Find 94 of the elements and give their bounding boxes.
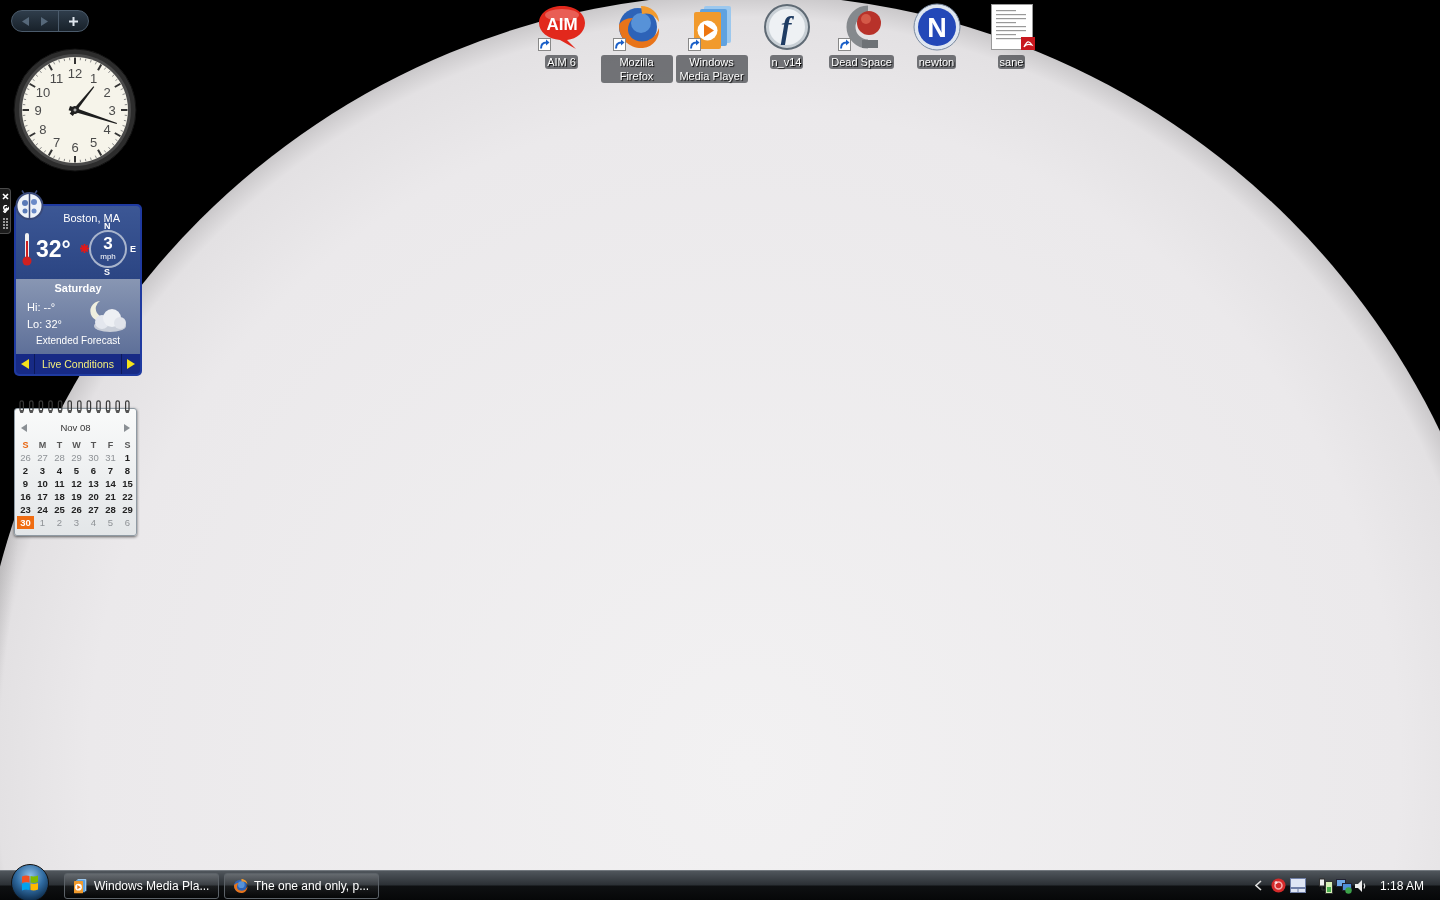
calendar-day[interactable]: 19 bbox=[68, 490, 85, 503]
clock-numeral: 9 bbox=[34, 103, 42, 118]
aim-logo-icon[interactable]: AIM bbox=[537, 3, 586, 51]
letter-f-logo-icon[interactable]: f bbox=[762, 3, 811, 51]
calendar-day[interactable]: 20 bbox=[85, 490, 102, 503]
calendar-day[interactable]: 14 bbox=[102, 477, 119, 490]
calendar-day[interactable]: 9 bbox=[17, 477, 34, 490]
live-conditions-tab[interactable]: Live Conditions bbox=[34, 354, 122, 374]
shortcut-label[interactable]: sane bbox=[997, 55, 1026, 69]
calendar-day[interactable]: 28 bbox=[102, 503, 119, 516]
calendar-day[interactable]: 22 bbox=[119, 490, 136, 503]
calendar-day[interactable]: 16 bbox=[17, 490, 34, 503]
clock-numeral: 6 bbox=[71, 140, 79, 155]
shortcut-label[interactable]: n_v14 bbox=[769, 55, 804, 69]
add-icon[interactable] bbox=[69, 16, 78, 26]
calendar-day[interactable]: 11 bbox=[51, 477, 68, 490]
chevron-icon[interactable] bbox=[1254, 880, 1262, 891]
clock-numeral: 3 bbox=[108, 103, 116, 118]
wind-direction-icon bbox=[80, 244, 89, 253]
compass-ring-icon bbox=[86, 227, 130, 271]
clock-numeral: 2 bbox=[103, 84, 111, 100]
calendar-day[interactable]: 6 bbox=[85, 464, 102, 477]
calendar-day[interactable]: 26 bbox=[68, 503, 85, 516]
network-icon[interactable] bbox=[1335, 877, 1353, 894]
screen-icon[interactable] bbox=[1289, 878, 1306, 893]
shortcut-label[interactable]: AIM 6 bbox=[545, 55, 578, 69]
calendar-day[interactable]: 12 bbox=[68, 477, 85, 490]
calendar-day[interactable]: 17 bbox=[34, 490, 51, 503]
clock-numeral: 11 bbox=[49, 70, 64, 86]
calendar-day[interactable]: 1 bbox=[119, 451, 136, 464]
extended-forecast-link[interactable]: Extended Forecast bbox=[16, 335, 140, 347]
weekday-label: M bbox=[37, 439, 48, 451]
clock-numeral: 5 bbox=[89, 135, 98, 151]
compass-letter: N bbox=[104, 221, 111, 231]
shortcut-label[interactable]: Mozilla Firefox bbox=[600, 55, 673, 83]
calendar-day[interactable]: 18 bbox=[51, 490, 68, 503]
calendar-day[interactable]: 2 bbox=[17, 464, 34, 477]
clock-numeral: 12 bbox=[67, 66, 83, 81]
battery-plug-icon[interactable] bbox=[1318, 877, 1333, 894]
taskbar-clock[interactable]: 1:18 AM bbox=[1379, 876, 1424, 895]
close-icon[interactable] bbox=[1, 193, 9, 200]
calendar-day[interactable]: 24 bbox=[34, 503, 51, 516]
taskbar-button[interactable]: Windows Media Pla... bbox=[64, 872, 219, 899]
calendar-day[interactable]: 3 bbox=[34, 464, 51, 477]
grip-icon[interactable] bbox=[2, 218, 8, 229]
calendar-day[interactable]: 4 bbox=[51, 464, 68, 477]
calendar-day[interactable]: 5 bbox=[68, 464, 85, 477]
play-tile-icon bbox=[72, 877, 88, 894]
calendar-day[interactable]: 23 bbox=[17, 503, 34, 516]
calendar-day[interactable]: 27 bbox=[85, 503, 102, 516]
low-temperature-label: Lo: 32° bbox=[27, 317, 62, 332]
clock-numeral: 1 bbox=[89, 70, 98, 86]
left-arrow-icon[interactable] bbox=[21, 359, 29, 369]
shortcut-label[interactable]: Dead Space bbox=[829, 55, 894, 69]
right-arrow-icon[interactable] bbox=[127, 359, 135, 369]
taskbar-button[interactable]: The one and only, p... bbox=[224, 872, 379, 899]
calendar-day[interactable]: 10 bbox=[34, 477, 51, 490]
calendar-day[interactable]: 7 bbox=[102, 464, 119, 477]
wind-speed-label: 3 bbox=[102, 235, 114, 252]
weekday-label: T bbox=[89, 439, 98, 451]
weekday-label: S bbox=[123, 439, 132, 451]
calendar-day[interactable]: 8 bbox=[119, 464, 136, 477]
disc-icon[interactable] bbox=[1270, 878, 1286, 893]
shortcut-label[interactable]: newton bbox=[916, 55, 957, 69]
fox-globe-icon bbox=[232, 877, 248, 894]
clock-numeral: 8 bbox=[39, 121, 47, 137]
speaker-icon[interactable] bbox=[1354, 878, 1367, 893]
weekday-label: F bbox=[106, 439, 115, 451]
location-label: Boston, MA bbox=[63, 212, 120, 224]
shortcut-label[interactable]: Windows Media Player bbox=[675, 55, 748, 83]
clock-numeral: 4 bbox=[103, 121, 111, 137]
calendar-day[interactable]: 29 bbox=[119, 503, 136, 516]
month-label: Nov 08 bbox=[60, 421, 91, 434]
weekday-label: W bbox=[71, 439, 82, 451]
wrench-icon[interactable] bbox=[1, 205, 9, 213]
day-label: Saturday bbox=[53, 282, 103, 295]
high-temperature-label: Hi: --° bbox=[27, 300, 57, 315]
temperature-label: 32° bbox=[36, 235, 71, 263]
clock-numeral: 7 bbox=[52, 135, 61, 151]
wind-unit-label: mph bbox=[99, 252, 117, 261]
minute-hand bbox=[68, 106, 117, 125]
calendar-day[interactable]: 13 bbox=[85, 477, 102, 490]
previous-month-icon[interactable] bbox=[21, 423, 27, 432]
calendar-day[interactable]: 25 bbox=[51, 503, 68, 516]
calendar-day[interactable]: 15 bbox=[119, 477, 136, 490]
next-month-icon[interactable] bbox=[124, 423, 130, 432]
compass-letter: S bbox=[104, 267, 110, 277]
calendar-day[interactable]: 21 bbox=[102, 490, 119, 503]
letter-n-logo-icon[interactable]: N bbox=[912, 3, 961, 51]
weekday-label: S bbox=[21, 439, 30, 451]
compass-letter: E bbox=[130, 244, 136, 254]
thermometer-icon bbox=[22, 232, 32, 266]
clock-numeral: 10 bbox=[35, 84, 51, 100]
weekday-label: T bbox=[55, 439, 64, 451]
